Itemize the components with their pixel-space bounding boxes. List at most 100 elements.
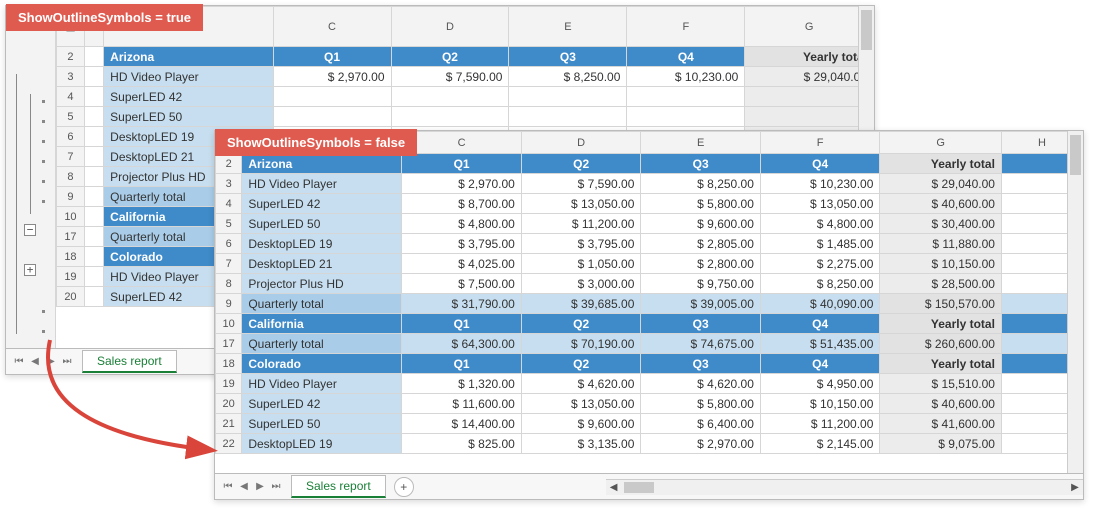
cell[interactable]: SuperLED 50 [242, 414, 402, 434]
table-row[interactable]: 9Quarterly total$ 31,790.00$ 39,685.00$ … [216, 294, 1083, 314]
cell[interactable]: Q1 [273, 47, 391, 67]
row-header[interactable]: 18 [216, 354, 242, 374]
cell[interactable] [84, 167, 103, 187]
cell[interactable]: $ 40,600.00 [880, 394, 1002, 414]
row-header[interactable]: 5 [216, 214, 242, 234]
cell[interactable]: $ 13,050.00 [521, 194, 641, 214]
cell[interactable]: Q1 [402, 314, 522, 334]
cell[interactable]: $ 6,400.00 [641, 414, 761, 434]
cell[interactable]: Q3 [641, 154, 761, 174]
cell[interactable] [84, 187, 103, 207]
tab-nav-prev-icon[interactable]: ◀ [28, 356, 42, 367]
tab-nav-next-icon[interactable]: ▶ [253, 481, 267, 492]
cell[interactable]: $ 29,040.00 [745, 67, 874, 87]
cell[interactable]: Arizona [242, 154, 402, 174]
cell[interactable]: $ 2,275.00 [760, 254, 880, 274]
cell[interactable]: $ 1,320.00 [402, 374, 522, 394]
cell[interactable]: $ 3,135.00 [521, 434, 641, 454]
table-row[interactable]: 5SuperLED 50$ 4,800.00$ 11,200.00$ 9,600… [216, 214, 1083, 234]
row-header[interactable]: 22 [216, 434, 242, 454]
cell[interactable] [391, 87, 509, 107]
cell[interactable]: Q1 [402, 354, 522, 374]
table-row[interactable]: 10CaliforniaQ1Q2Q3Q4Yearly total [216, 314, 1083, 334]
row-header[interactable]: 10 [57, 207, 85, 227]
cell[interactable] [627, 87, 745, 107]
col-header-C[interactable]: C [402, 132, 522, 154]
cell[interactable]: $ 7,500.00 [402, 274, 522, 294]
cell[interactable] [84, 247, 103, 267]
cell[interactable]: $ 2,805.00 [641, 234, 761, 254]
vertical-scrollbar[interactable] [1067, 131, 1083, 473]
cell[interactable] [84, 207, 103, 227]
add-sheet-button[interactable]: + [394, 477, 414, 497]
row-header[interactable]: 3 [216, 174, 242, 194]
cell[interactable]: $ 39,005.00 [641, 294, 761, 314]
cell[interactable]: Q1 [402, 154, 522, 174]
cell[interactable]: Q2 [391, 47, 509, 67]
row-header[interactable]: 19 [216, 374, 242, 394]
scroll-right-icon[interactable]: ▶ [1067, 482, 1083, 493]
cell[interactable]: DesktopLED 21 [242, 254, 402, 274]
cell[interactable]: SuperLED 50 [104, 107, 273, 127]
cell[interactable]: $ 13,050.00 [760, 194, 880, 214]
cell[interactable]: $ 2,800.00 [641, 254, 761, 274]
tab-nav-first-icon[interactable]: ⏮ [221, 481, 235, 492]
cell[interactable] [273, 87, 391, 107]
row-header[interactable]: 18 [57, 247, 85, 267]
outline-collapse-icon[interactable]: − [24, 224, 36, 236]
cell[interactable]: Q3 [641, 354, 761, 374]
cell[interactable] [84, 287, 103, 307]
col-header-F[interactable]: F [760, 132, 880, 154]
cell[interactable]: $ 11,600.00 [402, 394, 522, 414]
cell[interactable]: Arizona [104, 47, 273, 67]
cell[interactable]: Q3 [509, 47, 627, 67]
cell[interactable]: SuperLED 42 [242, 194, 402, 214]
table-row[interactable]: 7DesktopLED 21$ 4,025.00$ 1,050.00$ 2,80… [216, 254, 1083, 274]
row-header[interactable]: 8 [57, 167, 85, 187]
cell[interactable]: $ 11,200.00 [521, 214, 641, 234]
cell[interactable]: $ 3,795.00 [402, 234, 522, 254]
row-header[interactable]: 5 [57, 107, 85, 127]
cell[interactable]: $ 30,400.00 [880, 214, 1002, 234]
table-row[interactable]: 2ArizonaQ1Q2Q3Q4Yearly total [57, 47, 874, 67]
sheet-tab-active[interactable]: Sales report [82, 350, 177, 373]
scroll-left-icon[interactable]: ◀ [606, 482, 622, 493]
row-header[interactable]: 3 [57, 67, 85, 87]
cell[interactable]: $ 70,190.00 [521, 334, 641, 354]
table-row[interactable]: 20SuperLED 42$ 11,600.00$ 13,050.00$ 5,8… [216, 394, 1083, 414]
cell[interactable]: $ 9,075.00 [880, 434, 1002, 454]
cell[interactable]: $ 4,800.00 [760, 214, 880, 234]
row-header[interactable]: 6 [57, 127, 85, 147]
cell[interactable]: $ 7,590.00 [391, 67, 509, 87]
cell[interactable] [627, 107, 745, 127]
cell[interactable]: HD Video Player [242, 174, 402, 194]
table-row[interactable]: 22DesktopLED 19$ 825.00$ 3,135.00$ 2,970… [216, 434, 1083, 454]
cell[interactable]: $ 260,600.00 [880, 334, 1002, 354]
cell[interactable]: $ 8,250.00 [641, 174, 761, 194]
outline-expand-icon[interactable]: + [24, 264, 36, 276]
cell[interactable] [84, 47, 103, 67]
cell[interactable] [84, 87, 103, 107]
cell[interactable]: $ 3,000.00 [521, 274, 641, 294]
cell[interactable]: $ 10,230.00 [627, 67, 745, 87]
col-header-G[interactable]: G [880, 132, 1002, 154]
cell[interactable]: Yearly total [880, 314, 1002, 334]
row-header[interactable]: 4 [216, 194, 242, 214]
col-header-F[interactable]: F [627, 7, 745, 47]
worksheet-grid[interactable]: B C D E F G H 2ArizonaQ1Q2Q3Q4Yearly tot… [215, 131, 1083, 454]
cell[interactable]: $ 64,300.00 [402, 334, 522, 354]
cell[interactable]: $ 11,880.00 [880, 234, 1002, 254]
cell[interactable] [509, 107, 627, 127]
cell[interactable] [745, 87, 874, 107]
col-header-D[interactable]: D [521, 132, 641, 154]
cell[interactable] [84, 147, 103, 167]
cell[interactable]: Q3 [641, 314, 761, 334]
cell[interactable]: $ 11,200.00 [760, 414, 880, 434]
horizontal-scrollbar[interactable]: ◀ ▶ [606, 479, 1083, 495]
cell[interactable]: $ 40,090.00 [760, 294, 880, 314]
table-row[interactable]: 19HD Video Player$ 1,320.00$ 4,620.00$ 4… [216, 374, 1083, 394]
table-row[interactable]: 17Quarterly total$ 64,300.00$ 70,190.00$… [216, 334, 1083, 354]
cell[interactable]: HD Video Player [104, 67, 273, 87]
cell[interactable]: Q2 [521, 314, 641, 334]
row-header[interactable]: 19 [57, 267, 85, 287]
